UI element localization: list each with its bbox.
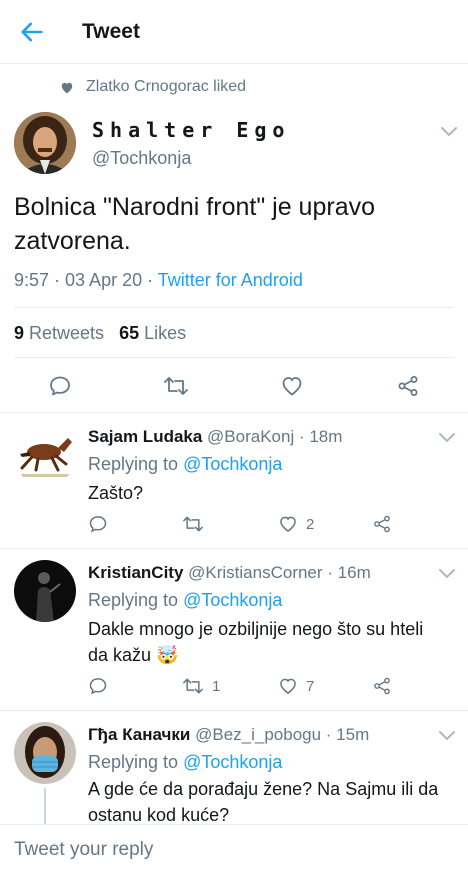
author-handle[interactable]: @Tochkonja (92, 148, 191, 169)
chevron-down-icon[interactable] (440, 126, 458, 138)
retweet-icon (183, 516, 203, 532)
top-bar: Tweet (0, 0, 468, 64)
divider (14, 357, 454, 358)
author-display-name[interactable]: Shalter Ego (92, 118, 290, 142)
share-icon (374, 515, 390, 533)
avatar[interactable] (14, 560, 76, 622)
divider (14, 307, 454, 308)
reply-icon (89, 678, 107, 695)
share-action[interactable] (372, 514, 400, 534)
replying-to-prefix: Replying to (88, 752, 184, 772)
reply-author: Sajam Ludaka @BoraKonj · 18m (88, 427, 342, 447)
chevron-down-icon[interactable] (438, 432, 456, 444)
dark-silhouette-avatar-image (14, 560, 76, 622)
reply-author-meta: @BoraKonj · 18m (202, 427, 343, 446)
reply-author-name[interactable]: Sajam Ludaka (88, 427, 202, 446)
like-icon (280, 516, 296, 532)
like-icon[interactable] (280, 374, 304, 398)
reply-action[interactable] (88, 676, 116, 696)
reply-text: A gde će da porađaju žene? Na Sajmu ili … (88, 779, 439, 825)
reply-text: Zašto? (88, 483, 144, 503)
retweets-count[interactable]: 9 (14, 323, 24, 343)
masked-person-avatar-image (14, 722, 76, 784)
retweet-action[interactable] (182, 514, 212, 534)
reply-text: Dakle mnogo je ozbiljnije nego što su ht… (88, 619, 424, 665)
reply-author-name[interactable]: Гђа Каначки (88, 725, 190, 744)
tweet-text: Bolnica "Narodni front" je upravo zatvor… (14, 193, 375, 255)
avatar[interactable] (14, 112, 76, 174)
like-action[interactable]: 2 (278, 514, 314, 534)
tweet-source-link[interactable]: Twitter for Android (158, 270, 303, 290)
reply-author-meta: @KristiansCorner · 16m (183, 563, 371, 582)
chevron-down-icon[interactable] (438, 730, 456, 742)
retweet-action[interactable]: 1 (182, 676, 220, 696)
reply-author-meta: @Bez_i_pobogu · 15m (190, 725, 370, 744)
reply-icon (89, 516, 107, 533)
reply-action[interactable] (88, 514, 116, 534)
reply-author: Гђа Каначки @Bez_i_pobogu · 15m (88, 725, 369, 745)
reply-input[interactable] (14, 839, 434, 861)
tweet-meta: 9:57 · 03 Apr 20 · Twitter for Android (14, 270, 303, 291)
social-context: Zlatko Crnogorac liked (60, 78, 246, 96)
reply-icon[interactable] (48, 374, 72, 398)
avatar[interactable] (14, 722, 76, 784)
avatar[interactable] (14, 424, 76, 486)
replying-to: Replying to @Tochkonja (88, 590, 282, 611)
author-photo (14, 112, 76, 174)
divider (0, 710, 468, 711)
chevron-down-icon[interactable] (438, 568, 456, 580)
divider (0, 412, 468, 413)
replying-to-prefix: Replying to (88, 454, 184, 474)
likes-count[interactable]: 65 (119, 323, 139, 343)
share-icon[interactable] (396, 374, 420, 398)
replying-to-prefix: Replying to (88, 590, 184, 610)
retweet-icon[interactable] (163, 374, 189, 398)
replying-to: Replying to @Tochkonja (88, 454, 282, 475)
retweets-label[interactable]: Retweets (24, 323, 104, 343)
tweet-timestamp: 9:57 · 03 Apr 20 · (14, 270, 158, 290)
retweet-icon (183, 678, 203, 694)
page-title: Tweet (82, 20, 140, 43)
share-action[interactable] (372, 676, 400, 696)
reply-author: KristianCity @KristiansCorner · 16m (88, 563, 371, 583)
social-context-text: Zlatko Crnogorac liked (86, 78, 247, 95)
heart-filled-icon (61, 82, 73, 93)
replying-to-handle[interactable]: @Tochkonja (183, 454, 282, 474)
replying-to-handle[interactable]: @Tochkonja (183, 752, 282, 772)
horse-avatar-image (14, 424, 76, 486)
like-icon (280, 678, 296, 694)
retweet-count: 1 (212, 677, 221, 695)
replying-to-handle[interactable]: @Tochkonja (183, 590, 282, 610)
back-arrow-icon[interactable] (18, 18, 46, 46)
like-action[interactable]: 7 (278, 676, 314, 696)
reply-compose-bar (0, 824, 468, 874)
replying-to: Replying to @Tochkonja (88, 752, 282, 773)
share-icon (374, 677, 390, 695)
thread-connector-line (44, 788, 46, 824)
tweet-stats: 9 Retweets 65 Likes (14, 323, 186, 344)
like-count: 2 (306, 515, 315, 533)
likes-label[interactable]: Likes (139, 323, 186, 343)
reply-author-name[interactable]: KristianCity (88, 563, 183, 582)
like-count: 7 (306, 677, 315, 695)
divider (0, 548, 468, 549)
